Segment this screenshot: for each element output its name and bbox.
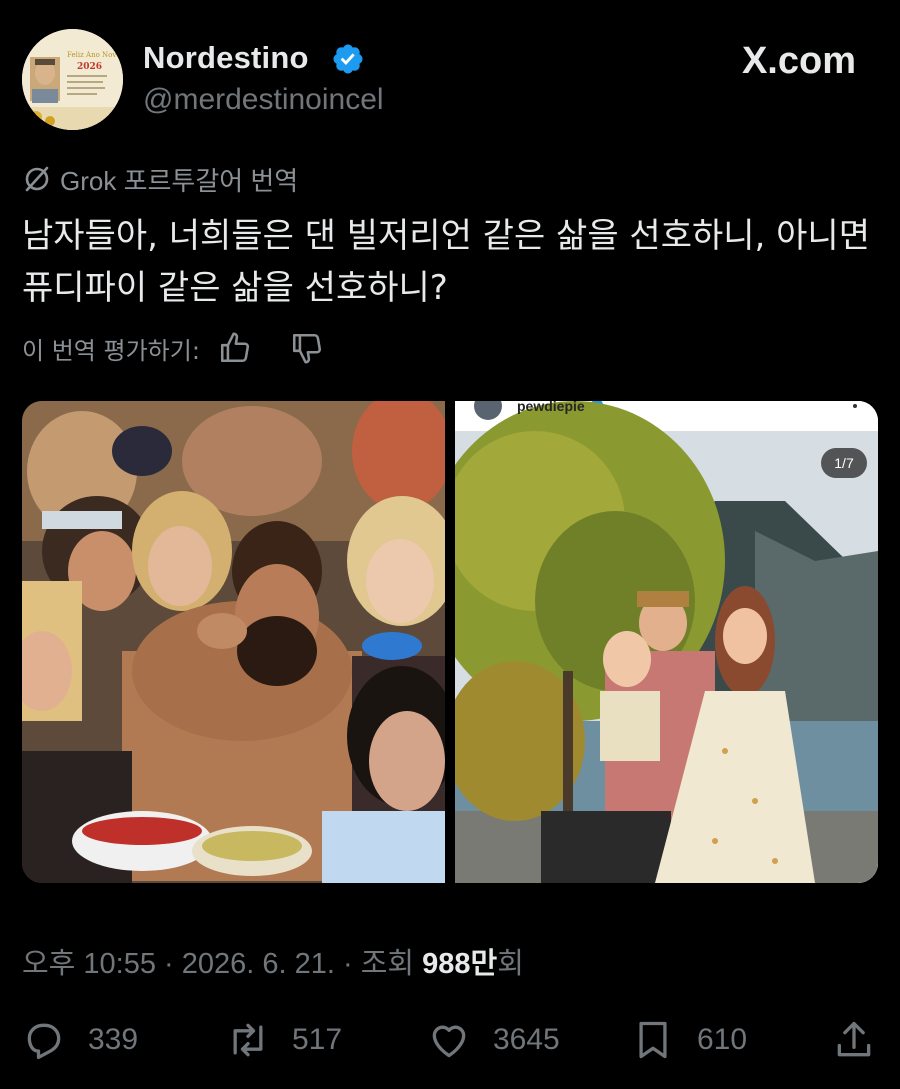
svg-text:2026: 2026: [77, 62, 102, 72]
views-count: 988만: [422, 948, 498, 980]
views-suffix: 회: [497, 948, 524, 980]
share-button[interactable]: [832, 1010, 876, 1070]
grok-icon: [25, 166, 49, 192]
reply-icon: [27, 1023, 61, 1060]
action-bar: 339 517 3645 610: [22, 1010, 878, 1070]
post-meta: 오후 10:55 · 2026. 6. 21. · 조회 988만 회: [22, 940, 524, 982]
thumbs-down-icon[interactable]: [290, 331, 324, 365]
avatar[interactable]: Feliz Ano Novo 2026: [22, 29, 123, 130]
repost-button[interactable]: 517: [226, 1010, 342, 1070]
media-account-label: pewdiepie: [517, 401, 585, 414]
post-date[interactable]: 2026. 6. 21.: [182, 948, 335, 981]
media-grid[interactable]: pewdiepie 1/7: [22, 401, 878, 883]
heart-icon: [432, 1025, 466, 1058]
meta-separator: ·: [156, 948, 182, 980]
post-time[interactable]: 오후 10:55: [22, 940, 156, 982]
bookmark-button[interactable]: 610: [631, 1010, 747, 1070]
grok-translation-source: Grok 포르투갈어 번역: [22, 162, 298, 196]
media-image-left[interactable]: [22, 401, 457, 883]
repost-count: 517: [292, 1023, 343, 1056]
handle[interactable]: @merdestinoincel: [143, 83, 384, 117]
rate-translation-label: 이 번역 평가하기:: [22, 336, 200, 365]
like-button[interactable]: 3645: [427, 1010, 560, 1070]
repost-icon: [233, 1023, 263, 1057]
rate-translation: 이 번역 평가하기:: [22, 328, 324, 368]
thumbs-up-icon[interactable]: [218, 331, 252, 365]
share-icon: [837, 1021, 871, 1057]
post-text: 남자들아, 너희들은 댄 빌저리언 같은 삶을 선호하니, 아니면 퓨디파이 같…: [22, 216, 870, 308]
views-label: 조회: [360, 948, 415, 980]
x-logo: X.com: [741, 40, 856, 82]
media-image-right[interactable]: [425, 401, 878, 883]
bookmark-count: 610: [697, 1023, 748, 1056]
verified-badge-icon: [333, 44, 363, 74]
bookmark-icon: [639, 1021, 667, 1059]
reply-button[interactable]: 339: [22, 1010, 138, 1070]
svg-text:Feliz Ano Novo: Feliz Ano Novo: [67, 51, 121, 59]
display-name[interactable]: Nordestino: [143, 40, 309, 76]
grok-translation-label: Grok 포르투갈어 번역: [60, 165, 299, 196]
like-count: 3645: [493, 1023, 560, 1056]
meta-separator: ·: [334, 948, 361, 980]
reply-count: 339: [88, 1023, 139, 1056]
media-counter: 1/7: [821, 448, 867, 478]
avatar-image: Feliz Ano Novo 2026: [22, 29, 123, 130]
